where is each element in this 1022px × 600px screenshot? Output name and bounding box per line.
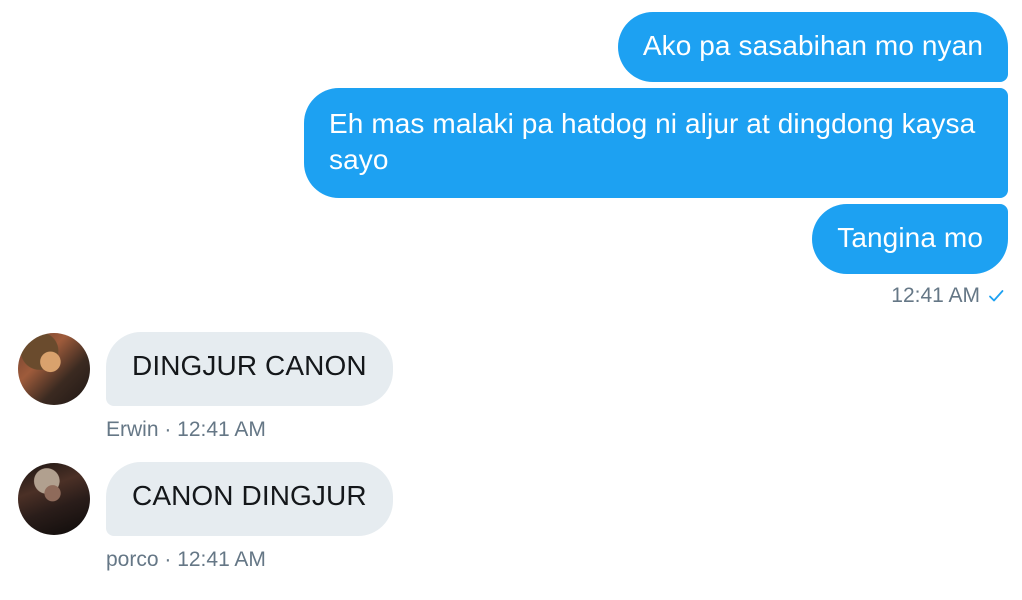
outgoing-message[interactable]: Ako pa sasabihan mo nyan <box>617 12 1008 82</box>
timestamp-text: 12:41 AM <box>891 284 980 307</box>
incoming-message[interactable]: DINGJUR CANON <box>106 332 393 406</box>
outgoing-message[interactable]: Eh mas malaki pa hatdog ni aljur at ding… <box>304 88 1008 198</box>
avatar[interactable] <box>18 463 90 535</box>
check-icon <box>989 290 1004 302</box>
outgoing-timestamp: 12:41 AM <box>891 284 1004 308</box>
avatar[interactable] <box>18 333 90 405</box>
outgoing-message[interactable]: Tangina mo <box>812 204 1008 274</box>
message-meta: porco · 12:41 AM <box>106 548 266 571</box>
incoming-message[interactable]: CANON DINGJUR <box>106 462 393 536</box>
message-meta: Erwin · 12:41 AM <box>106 418 266 441</box>
